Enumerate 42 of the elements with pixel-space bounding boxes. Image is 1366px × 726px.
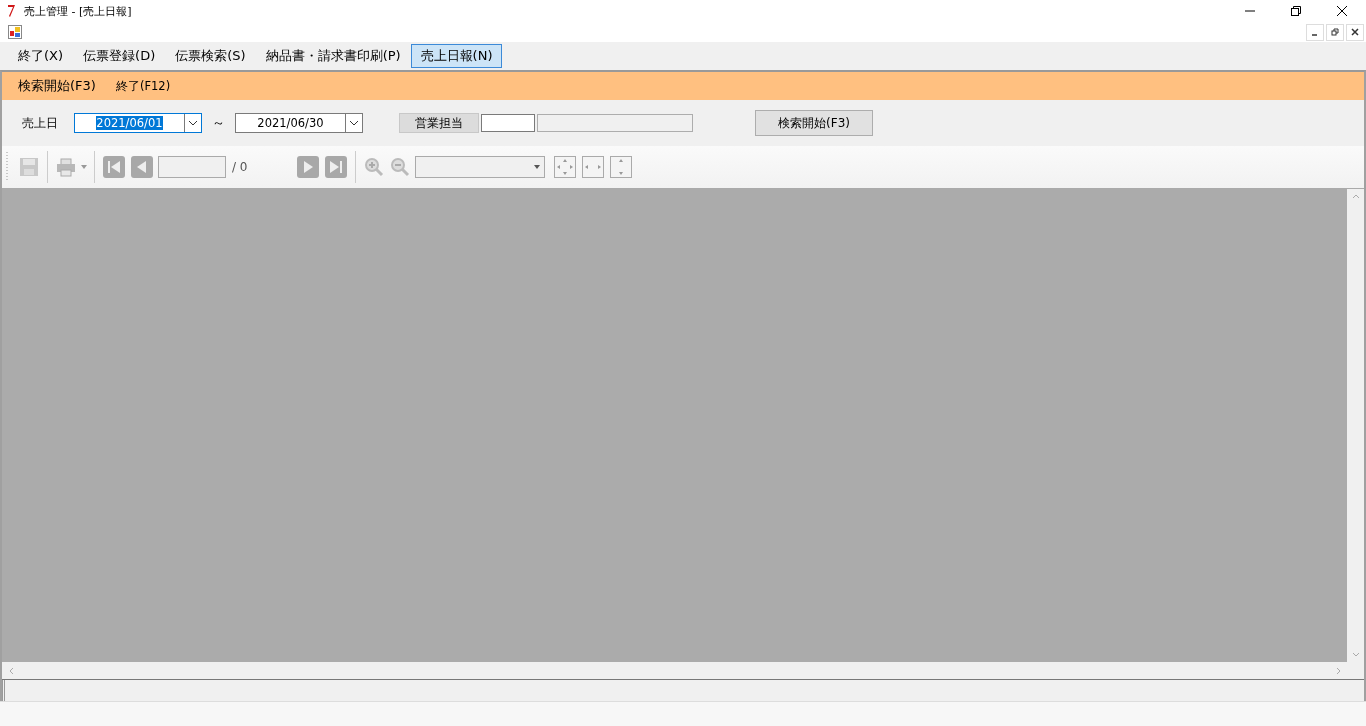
chevron-down-icon[interactable] [349,120,359,126]
command-item[interactable]: 検索開始(F3) [10,77,104,95]
caret-down-icon[interactable] [534,165,540,169]
command-item[interactable]: 終了(F12) [107,78,179,94]
next-page-icon[interactable] [296,155,320,179]
menu-item[interactable]: 終了(X) [8,44,74,68]
child-minimize-icon[interactable] [1306,23,1324,41]
search-button[interactable]: 検索開始(F3) [755,110,873,136]
menu-item[interactable]: 売上日報(N) [410,44,503,68]
scroll-right-icon[interactable] [1336,666,1342,675]
date-from-field[interactable]: 2021/06/01 [74,113,202,133]
restore-icon[interactable] [1290,5,1302,17]
staff-code-field[interactable] [481,114,535,132]
staff-button[interactable]: 営業担当 [399,113,479,133]
zoom-out-icon[interactable] [389,156,411,178]
last-page-icon[interactable] [324,155,348,179]
save-icon[interactable] [18,156,40,178]
menu-item[interactable]: 伝票登録(D) [73,44,166,68]
previous-page-icon[interactable] [130,155,154,179]
scroll-up-icon[interactable] [1351,193,1360,199]
range-separator: ～ [212,114,225,132]
date-to-field[interactable]: 2021/06/30 [235,113,363,133]
fit-width-icon[interactable] [581,155,605,179]
window-title: 売上管理 - [売上日報] [24,3,132,19]
menu-item[interactable]: 納品書・請求書印刷(P) [255,44,411,68]
child-restore-icon[interactable] [1326,23,1344,41]
chevron-down-icon[interactable] [188,120,198,126]
fit-page-icon[interactable] [553,155,577,179]
scroll-left-icon[interactable] [8,666,14,675]
page-count: / 0 [232,160,249,174]
date-label: 売上日 [22,114,58,132]
fit-height-icon[interactable] [609,155,633,179]
child-close-icon[interactable] [1346,23,1364,41]
zoom-in-icon[interactable] [363,156,385,178]
close-icon[interactable] [1336,5,1348,17]
first-page-icon[interactable] [102,155,126,179]
form-icon [8,25,22,39]
scroll-down-icon[interactable] [1351,652,1360,658]
menu-item[interactable]: 伝票検索(S) [165,44,256,68]
dropdown-caret-icon[interactable] [81,165,87,169]
print-icon[interactable] [55,156,77,178]
app-logo-icon [6,4,16,18]
